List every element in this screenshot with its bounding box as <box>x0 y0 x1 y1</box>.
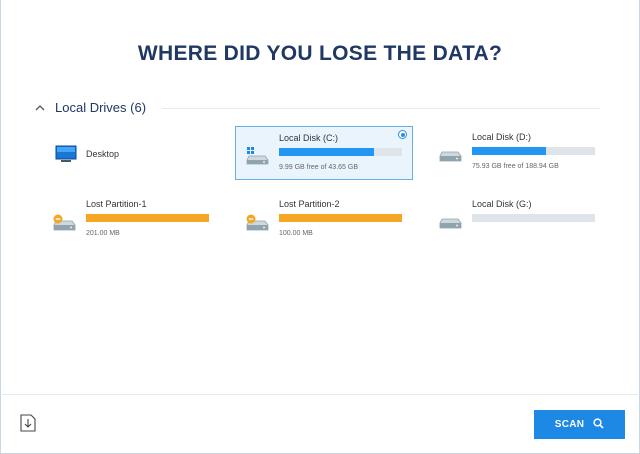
export-results-icon[interactable] <box>20 414 36 437</box>
drive-size: 100.00 MB <box>279 230 313 237</box>
search-icon <box>593 417 604 432</box>
chevron-up-icon[interactable] <box>34 102 46 114</box>
desktop-label: Desktop <box>86 149 120 159</box>
drive-name: Lost Partition-2 <box>279 199 340 209</box>
selected-radio-icon[interactable] <box>398 130 407 139</box>
drive-name: Local Disk (C:) <box>279 133 339 143</box>
drive-size: 75.93 GB free of 188.94 GB <box>472 163 559 170</box>
drive-item-g[interactable]: Local Disk (G:) <box>429 193 607 247</box>
section-divider <box>162 108 600 109</box>
lost-partition-icon <box>53 213 77 238</box>
scan-button-label: SCAN <box>554 419 585 430</box>
drive-name: Local Disk (D:) <box>472 132 532 142</box>
drive-item-c[interactable]: Local Disk (C:) 9.99 GB free of 43.65 GB <box>235 126 413 180</box>
drive-usage-bar <box>472 147 595 155</box>
drive-usage-bar <box>472 214 595 222</box>
section-label: Local Drives (6) <box>55 100 147 115</box>
scan-button[interactable]: SCAN <box>534 410 625 439</box>
drive-name: Local Disk (G:) <box>472 199 532 209</box>
drive-item-lost-partition-2[interactable]: Lost Partition-2 100.00 MB <box>236 193 414 247</box>
disk-icon <box>439 146 463 169</box>
drive-item-lost-partition-1[interactable]: Lost Partition-1 201.00 MB <box>43 193 221 247</box>
section-header-local-drives[interactable]: Local Drives (6) <box>34 100 146 115</box>
app-window: WHERE DID YOU LOSE THE DATA? Local Drive… <box>0 0 640 454</box>
footer-divider <box>2 394 638 395</box>
desktop-monitor-icon <box>55 145 77 168</box>
lost-partition-icon <box>246 213 270 238</box>
drive-name: Lost Partition-1 <box>86 199 147 209</box>
drive-size: 9.99 GB free of 43.65 GB <box>279 164 358 171</box>
drive-usage-bar <box>279 214 402 222</box>
drive-size: 201.00 MB <box>86 230 120 237</box>
disk-icon <box>439 213 463 236</box>
page-title: WHERE DID YOU LOSE THE DATA? <box>137 42 503 65</box>
drive-item-d[interactable]: Local Disk (D:) 75.93 GB free of 188.94 … <box>429 126 607 180</box>
drive-usage-bar <box>279 148 402 156</box>
drive-usage-bar <box>86 214 209 222</box>
windows-disk-icon <box>246 147 270 170</box>
